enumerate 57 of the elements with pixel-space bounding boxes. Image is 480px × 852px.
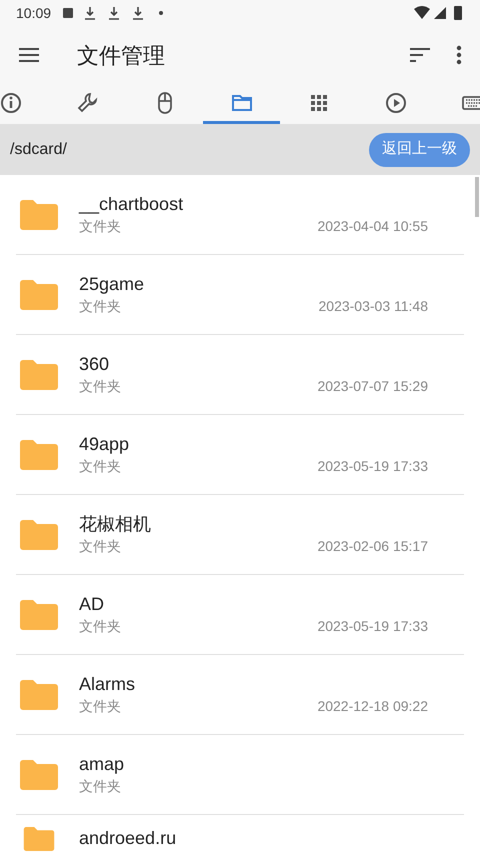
modified-date: 2023-05-19 17:33 bbox=[317, 456, 428, 476]
modified-date: 2023-04-04 10:55 bbox=[317, 216, 428, 236]
file-name: androeed.ru bbox=[79, 827, 178, 849]
download-icon bbox=[85, 6, 96, 20]
wrench-icon bbox=[76, 90, 100, 114]
download-icon bbox=[133, 6, 144, 20]
play-icon bbox=[384, 90, 408, 114]
app-notification-icon bbox=[63, 8, 74, 18]
file-type: 文件夹 bbox=[79, 616, 121, 636]
modified-date: 2023-07-07 15:29 bbox=[317, 376, 428, 396]
file-name: 360 bbox=[79, 352, 110, 374]
modified-date: 2023-05-19 17:33 bbox=[317, 616, 428, 636]
folder-icon bbox=[20, 520, 58, 550]
file-row[interactable]: amap 文件夹 bbox=[16, 735, 464, 815]
modified-date: 2022-12-18 09:22 bbox=[317, 696, 428, 716]
file-type: 文件夹 bbox=[79, 536, 121, 556]
menu-icon[interactable] bbox=[18, 47, 40, 63]
system-status-icons bbox=[414, 5, 464, 21]
file-name: 49app bbox=[79, 432, 130, 454]
file-row[interactable]: 花椒相机 文件夹 2023-02-06 15:17 bbox=[16, 495, 464, 575]
file-row[interactable]: androeed.ru bbox=[16, 815, 464, 851]
file-type: 文件夹 bbox=[79, 296, 121, 316]
more-options-icon[interactable] bbox=[456, 45, 462, 65]
folder-icon bbox=[20, 760, 58, 790]
file-row[interactable]: 49app 文件夹 2023-05-19 17:33 bbox=[16, 415, 464, 495]
file-type: 文件夹 bbox=[79, 456, 121, 476]
folder-icon bbox=[20, 200, 58, 230]
more-notifications-icon bbox=[159, 11, 164, 15]
file-row[interactable]: AD 文件夹 2023-05-19 17:33 bbox=[16, 575, 464, 655]
file-name: amap bbox=[79, 752, 126, 774]
file-type: 文件夹 bbox=[79, 696, 121, 716]
file-row[interactable]: Alarms 文件夹 2022-12-18 09:22 bbox=[16, 655, 464, 735]
file-row[interactable]: __chartboost 文件夹 2023-04-04 10:55 bbox=[16, 175, 464, 255]
file-name: 25game bbox=[79, 272, 146, 294]
file-type: 文件夹 bbox=[79, 216, 121, 236]
folder-icon bbox=[20, 440, 58, 470]
current-path: /sdcard/ bbox=[10, 140, 67, 160]
file-row[interactable]: 25game 文件夹 2023-03-03 11:48 bbox=[16, 255, 464, 335]
folder-icon bbox=[20, 280, 58, 310]
info-icon bbox=[0, 90, 22, 114]
scrollbar bbox=[475, 177, 479, 217]
file-name: 花椒相机 bbox=[79, 512, 152, 534]
sort-icon[interactable] bbox=[410, 48, 430, 62]
app-title: 文件管理 bbox=[77, 42, 165, 70]
modified-date: 2023-02-06 15:17 bbox=[317, 536, 428, 556]
file-name: __chartboost bbox=[79, 192, 184, 214]
file-name: Alarms bbox=[79, 672, 136, 694]
status-time: 10:09 bbox=[16, 4, 52, 22]
file-name: AD bbox=[79, 592, 106, 614]
folder-icon bbox=[20, 680, 58, 710]
folder-icon bbox=[20, 360, 58, 390]
folder-icon bbox=[20, 600, 58, 630]
file-type: 文件夹 bbox=[79, 376, 121, 396]
file-row[interactable]: 360 文件夹 2023-07-07 15:29 bbox=[16, 335, 464, 415]
file-type: 文件夹 bbox=[79, 776, 121, 796]
download-icon bbox=[109, 6, 120, 20]
modified-date: 2023-03-03 11:48 bbox=[318, 296, 428, 316]
